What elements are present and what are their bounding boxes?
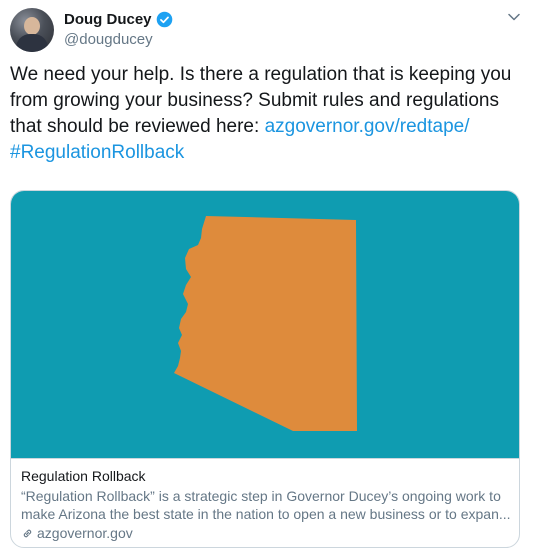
- user-name[interactable]: Doug Ducey: [64, 11, 152, 28]
- verified-badge-icon: [156, 11, 172, 28]
- tweet-text: We need your help. Is there a regulation…: [10, 62, 520, 166]
- name-row: Doug Ducey: [64, 11, 173, 28]
- card-meta[interactable]: Regulation Rollback “Regulation Rollback…: [11, 458, 519, 547]
- card-description-line: make Arizona the best state in the natio…: [21, 506, 511, 522]
- avatar[interactable]: [10, 8, 54, 52]
- card-domain: azgovernor.gov: [21, 525, 133, 541]
- avatar-body: [16, 34, 48, 52]
- user-handle[interactable]: @dougducey: [64, 31, 153, 48]
- link-icon: [23, 529, 32, 537]
- tweet-link[interactable]: azgovernor.gov/redtape/: [265, 116, 470, 137]
- tweet-header: Doug Ducey @dougducey: [10, 8, 523, 52]
- arizona-shape: [174, 216, 357, 431]
- chevron-down-icon[interactable]: [507, 10, 521, 24]
- card-domain-text: azgovernor.gov: [37, 525, 133, 541]
- card-description-line: “Regulation Rollback” is a strategic ste…: [21, 488, 501, 504]
- card-description: “Regulation Rollback” is a strategic ste…: [21, 487, 513, 523]
- tweet-hashtag[interactable]: #RegulationRollback: [10, 142, 184, 163]
- card-title: Regulation Rollback: [21, 468, 146, 484]
- arizona-map-image: [174, 216, 357, 431]
- link-card[interactable]: Regulation Rollback “Regulation Rollback…: [10, 190, 520, 548]
- card-image[interactable]: [11, 191, 519, 458]
- avatar-face: [24, 17, 40, 35]
